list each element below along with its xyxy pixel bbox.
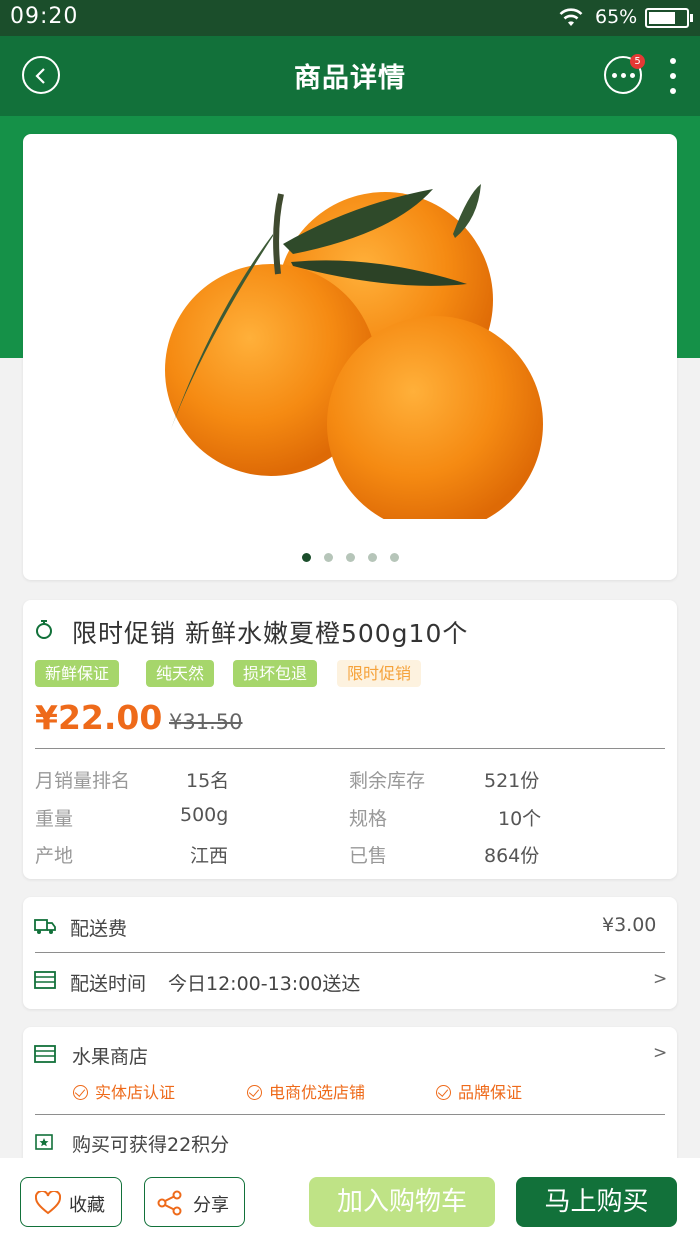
share-button[interactable]: 分享 xyxy=(144,1177,245,1227)
check-circle-icon xyxy=(436,1085,451,1100)
battery-percent: 65% xyxy=(595,6,638,28)
tag-fresh: 新鲜保证 xyxy=(35,660,120,687)
tag-refund: 损坏包退 xyxy=(233,660,318,687)
tag-promo: 限时促销 xyxy=(337,660,422,687)
buy-now-button[interactable]: 马上购买 xyxy=(516,1177,677,1227)
message-count-badge: 5 xyxy=(630,54,645,69)
check-circle-icon xyxy=(247,1085,262,1100)
check-circle-icon xyxy=(73,1085,88,1100)
attr-label: 月销量排名 xyxy=(35,770,131,792)
nav-header: 商品详情 5 xyxy=(0,36,700,116)
wifi-icon xyxy=(559,8,583,26)
attr-label: 产地 xyxy=(35,845,74,867)
attr-value: 15名 xyxy=(186,770,230,792)
pager-dot[interactable] xyxy=(389,553,399,562)
attr-value: 10个 xyxy=(498,808,542,830)
points-star-icon xyxy=(35,1134,53,1150)
delivery-time-value: 今日12:00-13:00送达 xyxy=(168,973,361,995)
divider xyxy=(35,1114,665,1115)
store-icon xyxy=(34,971,56,989)
attr-label: 已售 xyxy=(349,845,388,867)
attr-value: 864份 xyxy=(484,845,540,867)
pager-dot[interactable] xyxy=(301,553,311,562)
pager-dot[interactable] xyxy=(345,553,355,562)
pager-dot[interactable] xyxy=(323,553,333,562)
favorite-button[interactable]: 收藏 xyxy=(20,1177,122,1227)
product-image-carousel[interactable] xyxy=(23,134,677,580)
attr-value: 500g xyxy=(180,804,229,826)
shop-row[interactable]: 水果商店 > xyxy=(23,1027,677,1075)
pager-dot[interactable] xyxy=(367,553,377,562)
truck-icon xyxy=(34,919,56,934)
product-info-card: 限时促销 新鲜水嫩夏橙500g10个 新鲜保证 纯天然 损坏包退 限时促销 ¥2… xyxy=(23,600,677,879)
divider xyxy=(35,748,665,749)
cert-store: 实体店认证 xyxy=(73,1079,175,1103)
battery-icon xyxy=(645,8,693,28)
share-icon xyxy=(157,1190,182,1216)
carousel-pagination xyxy=(23,553,677,562)
attr-label: 重量 xyxy=(35,808,74,830)
delivery-time-label: 配送时间 xyxy=(70,973,147,995)
status-bar: 09:20 65% xyxy=(0,0,700,36)
heart-icon xyxy=(35,1191,61,1215)
cert-ecommerce: 电商优选店铺 xyxy=(247,1079,365,1103)
chevron-right-icon: > xyxy=(653,969,668,989)
chevron-right-icon: > xyxy=(653,1043,668,1063)
timer-icon xyxy=(36,620,52,639)
delivery-fee-label: 配送费 xyxy=(70,918,128,940)
bottom-action-bar: 收藏 分享 加入购物车 马上购买 xyxy=(0,1158,700,1245)
status-time: 09:20 xyxy=(10,4,79,29)
cert-brand: 品牌保证 xyxy=(436,1079,522,1103)
more-options-button[interactable] xyxy=(668,56,678,96)
shop-icon xyxy=(34,1045,56,1063)
favorite-label: 收藏 xyxy=(69,1195,105,1216)
ellipsis-icon xyxy=(612,73,636,79)
tag-natural: 纯天然 xyxy=(146,660,215,687)
delivery-card: 配送费 ¥3.00 配送时间 今日12:00-13:00送达 > xyxy=(23,897,677,1009)
shop-name: 水果商店 xyxy=(72,1046,149,1068)
add-to-cart-button[interactable]: 加入购物车 xyxy=(309,1177,495,1227)
page-title: 商品详情 xyxy=(294,63,406,94)
share-label: 分享 xyxy=(193,1195,229,1216)
attr-label: 剩余库存 xyxy=(349,770,426,792)
points-info: 购买可获得22积分 xyxy=(72,1134,230,1156)
product-title: 限时促销 新鲜水嫩夏橙500g10个 xyxy=(72,619,469,648)
delivery-fee-value: ¥3.00 xyxy=(602,914,657,936)
attr-value: 521份 xyxy=(484,770,540,792)
product-image xyxy=(165,184,543,519)
attr-label: 规格 xyxy=(349,808,388,830)
delivery-time-row[interactable]: 配送时间 今日12:00-13:00送达 > xyxy=(23,953,677,1009)
attr-value: 江西 xyxy=(190,845,229,867)
current-price: ¥22.00 xyxy=(35,698,163,737)
original-price: ¥31.50 xyxy=(169,710,243,734)
